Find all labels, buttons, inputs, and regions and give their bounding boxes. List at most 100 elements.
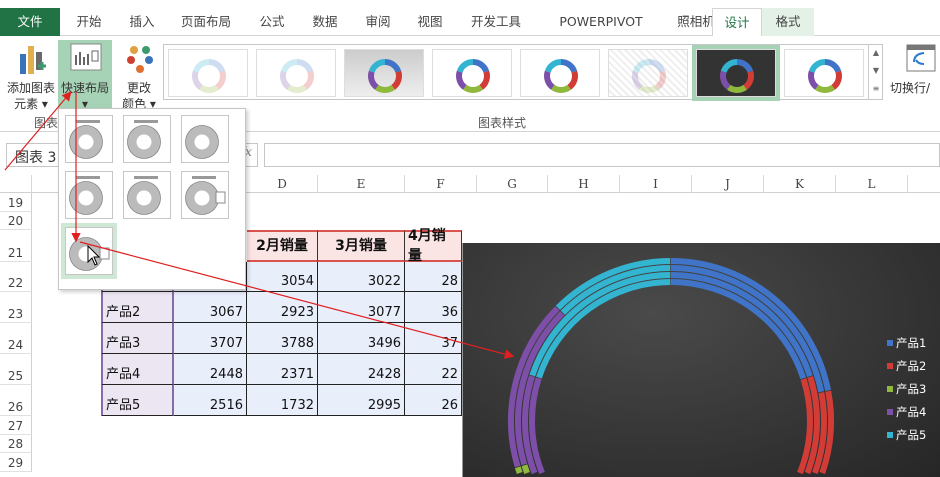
formula-input[interactable] [264,143,940,167]
value-cell[interactable]: 2516 [174,385,247,416]
row-label-cell[interactable]: 产品3 [101,323,174,354]
layout-option-1[interactable] [65,115,113,163]
column-header[interactable]: I [620,175,692,193]
tab-item[interactable]: 插入 [118,8,166,36]
tab-item[interactable]: 视图 [404,8,456,36]
label-line: 元素 ▾ [14,97,48,111]
value-cell[interactable]: 3496 [318,323,405,354]
value-cell[interactable]: 22 [405,354,462,385]
doughnut-segment[interactable] [521,464,530,475]
value-cell[interactable]: 3707 [174,323,247,354]
add-chart-element-button[interactable]: 添加图表 元素 ▾ [4,40,58,111]
layout-option-3[interactable] [181,115,229,163]
chart-style-thumb[interactable] [168,49,248,97]
row-header[interactable]: 21 [0,230,32,262]
value-cell[interactable]: 3077 [318,292,405,323]
legend-item[interactable]: 产品4 [887,404,926,420]
chart-style-thumb[interactable] [692,45,780,101]
value-cell[interactable]: 36 [405,292,462,323]
chart-style-thumb[interactable] [256,49,336,97]
column-header[interactable]: F [405,175,477,193]
row-header[interactable]: 29 [0,453,32,472]
value-cell[interactable]: 2448 [174,354,247,385]
row-label-cell[interactable]: 产品5 [101,385,174,416]
column-header[interactable]: D [247,175,318,193]
layout-preview-icon [185,176,226,215]
tab-item[interactable]: 审阅 [352,8,404,36]
legend-label: 产品2 [896,359,927,373]
value-cell[interactable]: 26 [405,385,462,416]
chart-style-thumb[interactable] [432,49,512,97]
layout-option-6[interactable] [181,171,229,219]
row-header[interactable]: 20 [0,212,32,230]
legend-item[interactable]: 产品2 [887,358,926,374]
gallery-scroll[interactable]: ▲ ▼ ≡ [868,44,883,100]
doughnut-segment[interactable] [514,466,523,474]
tab-item[interactable]: 开始 [60,8,118,36]
label-line: 快速布局 [60,81,109,95]
switch-row-column-label: 切换行/ [890,81,931,95]
tab-item[interactable]: 公式 [246,8,298,36]
value-cell[interactable]: 28 [405,262,462,292]
layout-option-2[interactable] [123,115,171,163]
select-all[interactable] [0,175,32,193]
value-cell[interactable]: 3054 [247,262,318,292]
value-cell[interactable]: 37 [405,323,462,354]
column-header[interactable]: L [836,175,908,193]
tab-item[interactable]: 开发工具 [456,8,536,36]
chart-style-thumb[interactable] [784,49,864,97]
switch-row-column-button[interactable]: 切换行/ [890,40,940,110]
tab-item[interactable]: 文件 [0,8,60,36]
doughnut-thumb-icon [192,59,226,93]
value-cell[interactable]: 2428 [318,354,405,385]
row-header[interactable]: 26 [0,385,32,416]
quick-layout-button[interactable]: 快速布局 ▾ [58,40,112,111]
row-header[interactable]: 27 [0,416,32,435]
value-cell[interactable]: 2995 [318,385,405,416]
doughnut-segment[interactable] [670,258,831,391]
column-header[interactable]: G [477,175,548,193]
column-header[interactable]: E [318,175,405,193]
chart-style-thumb[interactable] [608,49,688,97]
scroll-down-icon[interactable]: ▼ [869,62,883,80]
column-header[interactable]: H [548,175,620,193]
column-header[interactable]: J [692,175,764,193]
value-cell[interactable]: 2923 [247,292,318,323]
layout-option-5[interactable] [123,171,171,219]
row-header[interactable]: 23 [0,292,32,323]
change-colors-button[interactable]: 更改 颜色 ▾ [116,40,162,111]
value-cell[interactable]: 3022 [318,262,405,292]
layout-option-4[interactable] [65,171,113,219]
legend-item[interactable]: 产品3 [887,381,926,397]
doughnut-segment[interactable] [797,378,813,475]
value-cell[interactable]: 3788 [247,323,318,354]
tab-item[interactable]: POWERPIVOT [536,8,666,36]
layout-preview-icon [69,176,103,215]
more-icon[interactable]: ≡ [869,80,883,98]
legend-item[interactable]: 产品1 [887,335,926,351]
tab-item[interactable]: 数据 [298,8,352,36]
row-label-cell[interactable]: 产品2 [101,292,174,323]
tab-item[interactable]: 格式 [762,8,814,36]
row-header[interactable]: 24 [0,323,32,354]
value-cell[interactable]: 3067 [174,292,247,323]
row-header[interactable]: 25 [0,354,32,385]
doughnut-segment[interactable] [529,377,545,475]
chart-style-thumb[interactable] [520,49,600,97]
tab-item[interactable]: 设计 [712,8,762,37]
row-header[interactable]: 28 [0,435,32,453]
chart-style-thumb[interactable] [344,49,424,97]
row-header[interactable]: 22 [0,262,32,292]
row-header[interactable]: 19 [0,193,32,212]
quick-layout-icon [70,43,102,71]
tab-item[interactable]: 页面布局 [166,8,246,36]
row-label-cell[interactable]: 产品4 [101,354,174,385]
group-label-chart-styles: 图表样式 [478,116,527,130]
scroll-up-icon[interactable]: ▲ [869,44,883,62]
value-cell[interactable]: 2371 [247,354,318,385]
column-header[interactable]: K [764,175,836,193]
legend-swatch [887,363,893,369]
value-cell[interactable]: 1732 [247,385,318,416]
legend-item[interactable]: 产品5 [887,427,926,443]
doughnut-chart[interactable]: 产品1 产品2 产品3 产品4 产品5 [462,243,940,477]
